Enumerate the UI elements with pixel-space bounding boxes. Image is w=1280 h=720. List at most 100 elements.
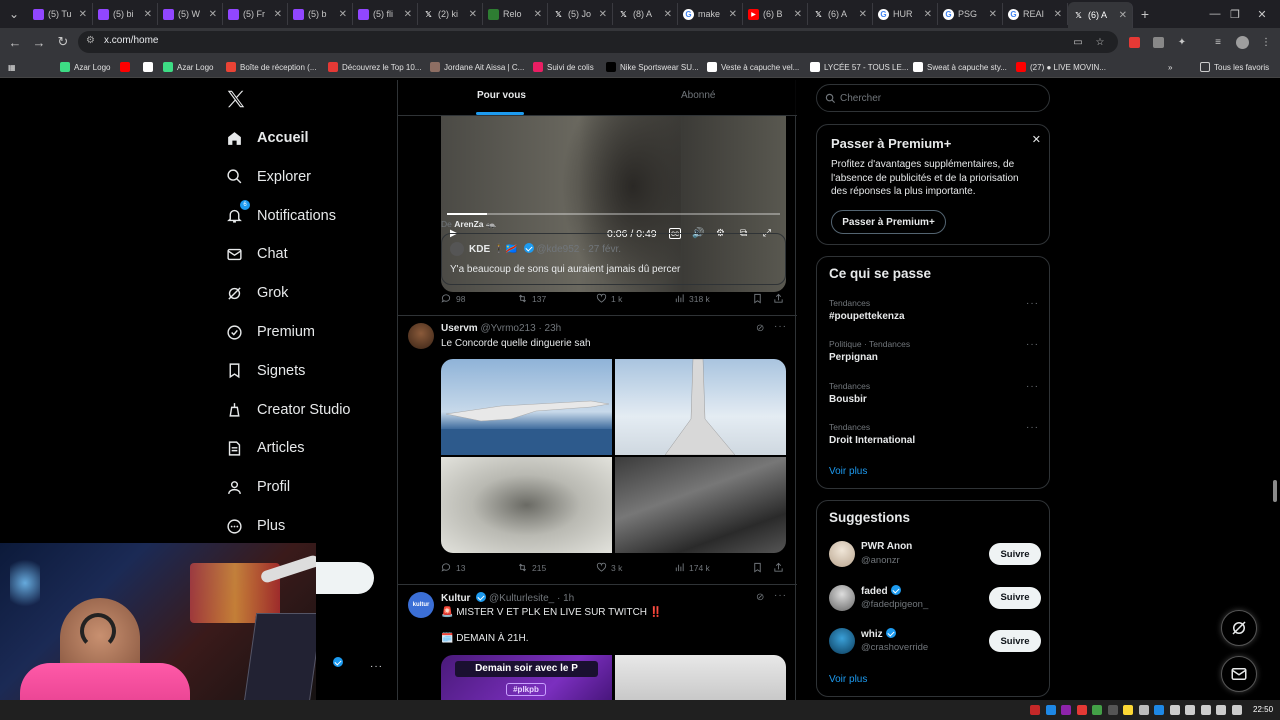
follow-button[interactable]: Suivre [989,630,1041,652]
tray-icon[interactable] [1030,705,1040,715]
bookmark-item[interactable] [120,60,134,74]
trend-item[interactable]: Tendances Droit International ··· [829,422,1039,452]
tab-search-button[interactable]: ⌄ [0,0,28,28]
messages-fab-button[interactable] [1221,656,1257,692]
tray-icon[interactable] [1216,705,1226,715]
bookmark-item[interactable]: Boîte de réception (... [226,60,317,74]
bookmark-item[interactable]: Jordane Ait Aissa | C... [430,60,524,74]
tray-icon[interactable] [1107,705,1118,715]
trend-item[interactable]: Tendances Bousbir ··· [829,381,1039,411]
reply-button[interactable]: 98 [441,293,465,304]
grok-icon[interactable]: ⊘ [756,323,764,334]
nav-item-chat[interactable]: Chat [225,239,288,269]
address-bar[interactable]: ⚙ x.com/home ▭ ☆ [78,31,1118,53]
close-icon[interactable]: ✕ [1032,133,1041,146]
trends-see-more-link[interactable]: Voir plus [829,466,867,477]
tray-icon[interactable] [1169,705,1180,715]
tab-for-you[interactable]: Pour vous [477,90,526,101]
avatar[interactable] [829,584,855,611]
concorde-photo-2[interactable] [615,359,786,456]
install-app-icon[interactable]: ▭ [1070,34,1086,50]
account-menu-icon[interactable]: ··· [370,661,383,672]
bookmark-item[interactable]: Suivi de colis [533,60,594,74]
media-controls-icon[interactable]: ≡ [1210,34,1226,50]
browser-tab[interactable]: 𝕏 (5) Jo ✕ [548,3,613,25]
close-tab-icon[interactable]: ✕ [859,9,867,20]
like-button[interactable]: 1 k [596,293,622,304]
repost-button[interactable]: 137 [517,293,546,304]
bookmark-item[interactable]: LYCÉE 57 - TOUS LE... [810,60,908,74]
tray-icon[interactable] [1200,705,1211,715]
browser-tab[interactable]: 𝕏 (6) A ✕ [1068,2,1133,28]
site-info-icon[interactable]: ⚙ [86,35,100,49]
bookmark-item[interactable]: Découvrez le Top 10... [328,60,421,74]
tray-icon[interactable] [1123,705,1133,715]
new-tab-button[interactable]: + [1133,6,1157,22]
like-button[interactable]: 3 k [596,562,622,573]
close-tab-icon[interactable]: ✕ [924,9,932,20]
concorde-photo-3[interactable] [441,457,612,553]
quoted-tweet[interactable]: KDE 🕴️🇨🇩 @kde952 · 27 févr. Y'a beaucoup… [441,233,786,285]
concorde-photo-1[interactable] [441,359,612,455]
grok-fab-button[interactable] [1221,610,1257,646]
tray-icon[interactable] [1185,705,1195,715]
bookmark-item[interactable]: (27) ● LIVE MOVIN... [1016,60,1106,74]
avatar[interactable]: kultur [408,592,434,618]
bookmark-item[interactable]: Sweat à capuche sty... [913,60,1007,74]
nav-item-notifications[interactable]: 6 Notifications [225,199,336,231]
reply-button[interactable]: 13 [441,562,465,573]
bookmark-star-icon[interactable]: ☆ [1092,34,1108,50]
concorde-photo-4[interactable] [615,457,786,553]
close-tab-icon[interactable]: ✕ [1119,10,1127,21]
browser-tab[interactable]: G HUR ✕ [873,3,938,25]
bookmark-item[interactable]: Veste à capuche vel... [707,60,799,74]
close-tab-icon[interactable]: ✕ [339,9,347,20]
close-tab-icon[interactable]: ✕ [989,9,997,20]
tray-icon[interactable] [1092,705,1102,715]
tray-icon[interactable] [1154,705,1164,715]
close-tab-icon[interactable]: ✕ [664,9,672,20]
browser-tab[interactable]: (5) W ✕ [158,3,223,25]
reload-button[interactable]: ↻ [54,33,72,51]
grok-icon[interactable]: ⊘ [756,592,764,603]
video-progress-bar[interactable] [447,213,780,215]
bookmark-item[interactable] [143,60,157,74]
nav-item-plus[interactable]: Plus [225,511,285,541]
all-bookmarks-button[interactable]: Tous les favoris [1200,60,1269,74]
tray-icon[interactable] [1138,705,1149,715]
share-button[interactable] [773,293,784,304]
browser-tab[interactable]: Gmake ✕ [678,3,743,25]
extensions-puzzle-icon[interactable]: ✦ [1174,34,1190,50]
share-button[interactable] [773,562,784,573]
views-button[interactable]: 174 k [674,562,710,573]
bookmark-button[interactable] [752,562,763,573]
browser-tab[interactable]: (5) Tu ✕ [28,3,93,25]
close-tab-icon[interactable]: ✕ [729,9,737,20]
apps-grid-icon[interactable]: ▦ [8,60,16,74]
close-tab-icon[interactable]: ✕ [209,9,217,20]
avatar[interactable] [829,541,855,567]
bookmarks-overflow-icon[interactable]: » [1168,60,1172,74]
suggestions-see-more-link[interactable]: Voir plus [829,674,867,685]
close-tab-icon[interactable]: ✕ [534,9,542,20]
trend-item[interactable]: Politique · Tendances Perpignan ··· [829,339,1039,369]
follow-button[interactable]: Suivre [989,586,1041,609]
author-name[interactable]: Kultur [441,593,470,604]
more-options-icon[interactable]: ··· [774,321,787,332]
close-tab-icon[interactable]: ✕ [274,9,282,20]
close-tab-icon[interactable]: ✕ [469,9,477,20]
browser-tab[interactable]: 𝕏 (6) A ✕ [808,3,873,25]
browser-menu-icon[interactable]: ⋮ [1258,34,1274,50]
extension-red-icon[interactable] [1126,34,1142,50]
tray-icon[interactable] [1076,705,1087,715]
browser-tab[interactable]: (5) fli ✕ [353,3,418,25]
nav-item-accueil[interactable]: Accueil [225,123,309,153]
browser-tab[interactable]: (5) b ✕ [288,3,353,25]
scrollbar-track[interactable] [1270,80,1280,700]
forward-button[interactable]: → [30,33,48,51]
suggestion-item[interactable]: whiz @crashoverride Suivre [829,626,1041,658]
tray-icon[interactable] [1045,705,1056,715]
trend-more-icon[interactable]: ··· [1026,298,1039,309]
extension-gray-icon[interactable] [1150,34,1166,50]
bookmark-button[interactable] [752,293,763,304]
